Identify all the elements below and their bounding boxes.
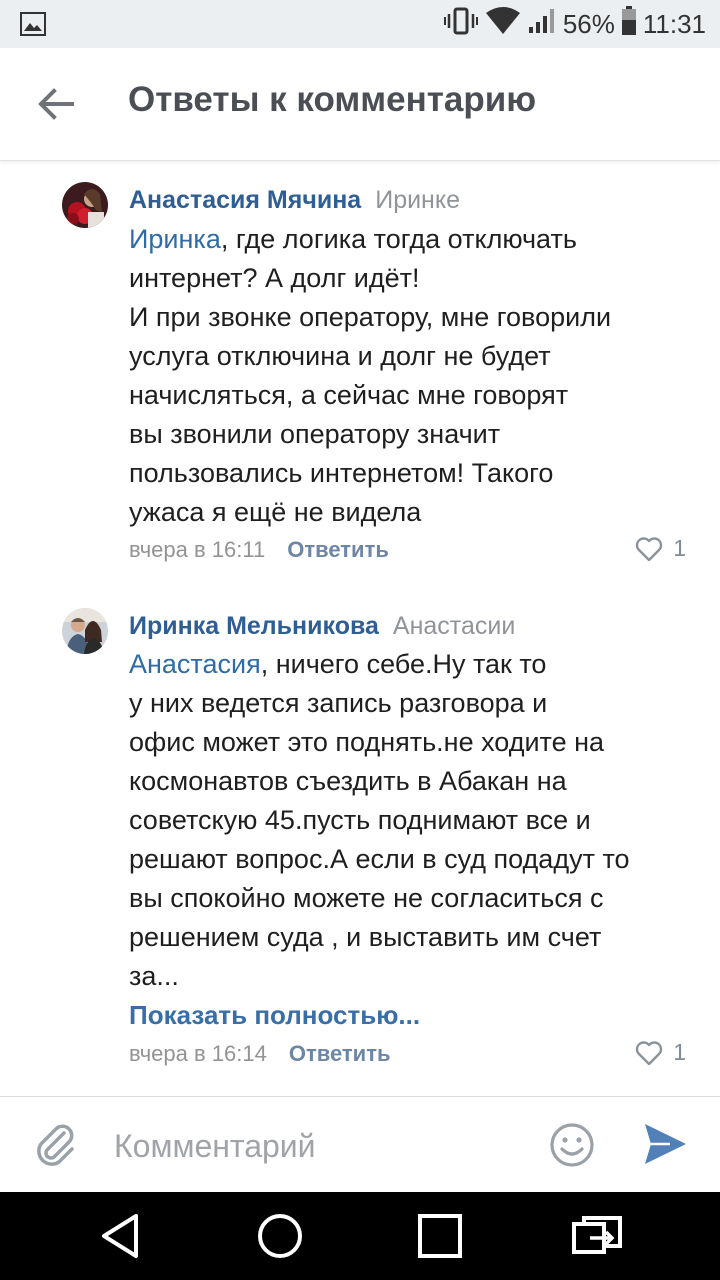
- emoji-button[interactable]: [548, 1121, 596, 1174]
- battery-percent: 56%: [562, 8, 615, 39]
- heart-icon: [636, 536, 663, 561]
- switch-windows-icon: [572, 1216, 622, 1254]
- reply-button[interactable]: Ответить: [287, 537, 389, 562]
- square-recents-icon: [418, 1214, 462, 1258]
- author-name[interactable]: Иринка Мельникова: [129, 612, 379, 640]
- mention-link[interactable]: Иринка: [129, 224, 221, 254]
- wifi-icon: [485, 6, 521, 42]
- gallery-notification-icon: [20, 12, 46, 41]
- send-button[interactable]: [642, 1121, 688, 1172]
- author-name[interactable]: Анастасия Мячина: [129, 186, 361, 214]
- clock: 11:31: [642, 8, 706, 39]
- paperclip-icon: [37, 1124, 74, 1166]
- avatar[interactable]: [62, 608, 108, 654]
- send-icon: [645, 1124, 686, 1164]
- comment-text: Иринка, где логика тогда отключать интер…: [129, 224, 612, 527]
- page-title: Ответы к комментарию: [128, 80, 537, 119]
- battery-icon: [621, 5, 637, 43]
- smiley-icon: [550, 1123, 594, 1167]
- reply-to: Анастасии: [392, 612, 516, 640]
- show-more-link[interactable]: Показать полностью...: [129, 1000, 420, 1031]
- arrow-left-icon: [38, 88, 74, 120]
- system-nav-bar: [0, 1192, 720, 1280]
- signal-icon: [527, 7, 557, 42]
- heart-icon: [636, 1040, 663, 1065]
- nav-back-button[interactable]: [96, 1210, 148, 1262]
- back-button[interactable]: [32, 80, 80, 128]
- like-button[interactable]: 1: [635, 1039, 686, 1066]
- circle-home-icon: [258, 1214, 302, 1258]
- comment-composer: [0, 1096, 720, 1193]
- mention-link[interactable]: Анастасия: [129, 649, 261, 679]
- nav-home-button[interactable]: [254, 1210, 306, 1262]
- vibrate-icon: [443, 7, 479, 42]
- like-button[interactable]: 1: [635, 535, 686, 562]
- status-bar: 56% 11:31: [0, 0, 720, 48]
- like-count: 1: [673, 535, 686, 561]
- reply-button[interactable]: Ответить: [289, 1041, 391, 1066]
- like-count: 1: [673, 1039, 686, 1065]
- comment-text: Анастасия, ничего себе.Ну так то у них в…: [129, 649, 630, 991]
- avatar[interactable]: [62, 182, 108, 228]
- triangle-back-icon: [102, 1214, 138, 1258]
- comment-header: Анастасия Мячина Иринке: [129, 186, 460, 215]
- comment-meta: вчера в 16:11 Ответить: [129, 537, 389, 563]
- nav-recents-button[interactable]: [414, 1210, 466, 1262]
- comment-time: вчера в 16:14: [129, 1041, 267, 1066]
- reply-to: Иринке: [375, 186, 460, 214]
- nav-switch-button[interactable]: [570, 1210, 622, 1262]
- attach-button[interactable]: [34, 1121, 78, 1174]
- comment-header: Иринка Мельникова Анастасии: [129, 612, 515, 641]
- comment-meta: вчера в 16:14 Ответить: [129, 1041, 391, 1067]
- comment-input[interactable]: [112, 1117, 536, 1175]
- app-header: Ответы к комментарию: [0, 48, 720, 161]
- comment-time: вчера в 16:11: [129, 537, 266, 562]
